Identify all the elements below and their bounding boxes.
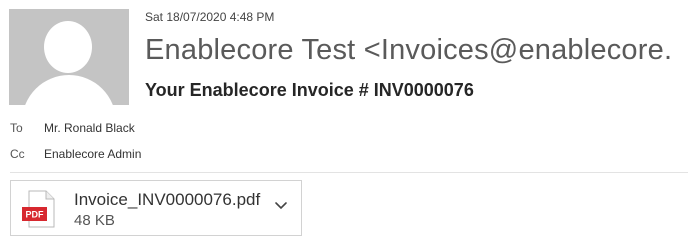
to-recipient[interactable]: Mr. Ronald Black: [44, 121, 135, 135]
pdf-icon-label: PDF: [26, 210, 45, 220]
cc-label: Cc: [10, 147, 25, 161]
sender-avatar: [9, 9, 129, 105]
chevron-down-icon[interactable]: [273, 199, 289, 213]
avatar-body-shape: [22, 75, 116, 105]
attachment-card[interactable]: PDF Invoice_INV0000076.pdf 48 KB: [10, 180, 302, 236]
to-label: To: [10, 121, 23, 135]
header-divider: [10, 172, 688, 173]
message-date: Sat 18/07/2020 4:48 PM: [145, 10, 275, 24]
attachment-filename: Invoice_INV0000076.pdf: [74, 190, 261, 209]
attachment-size: 48 KB: [74, 212, 115, 229]
sender-name[interactable]: Enablecore Test <Invoices@enablecore.: [145, 34, 672, 67]
pdf-file-icon: PDF: [22, 190, 55, 228]
cc-recipient[interactable]: Enablecore Admin: [44, 147, 141, 161]
message-subject: Your Enablecore Invoice # INV0000076: [145, 80, 474, 100]
avatar-head-shape: [44, 21, 92, 73]
